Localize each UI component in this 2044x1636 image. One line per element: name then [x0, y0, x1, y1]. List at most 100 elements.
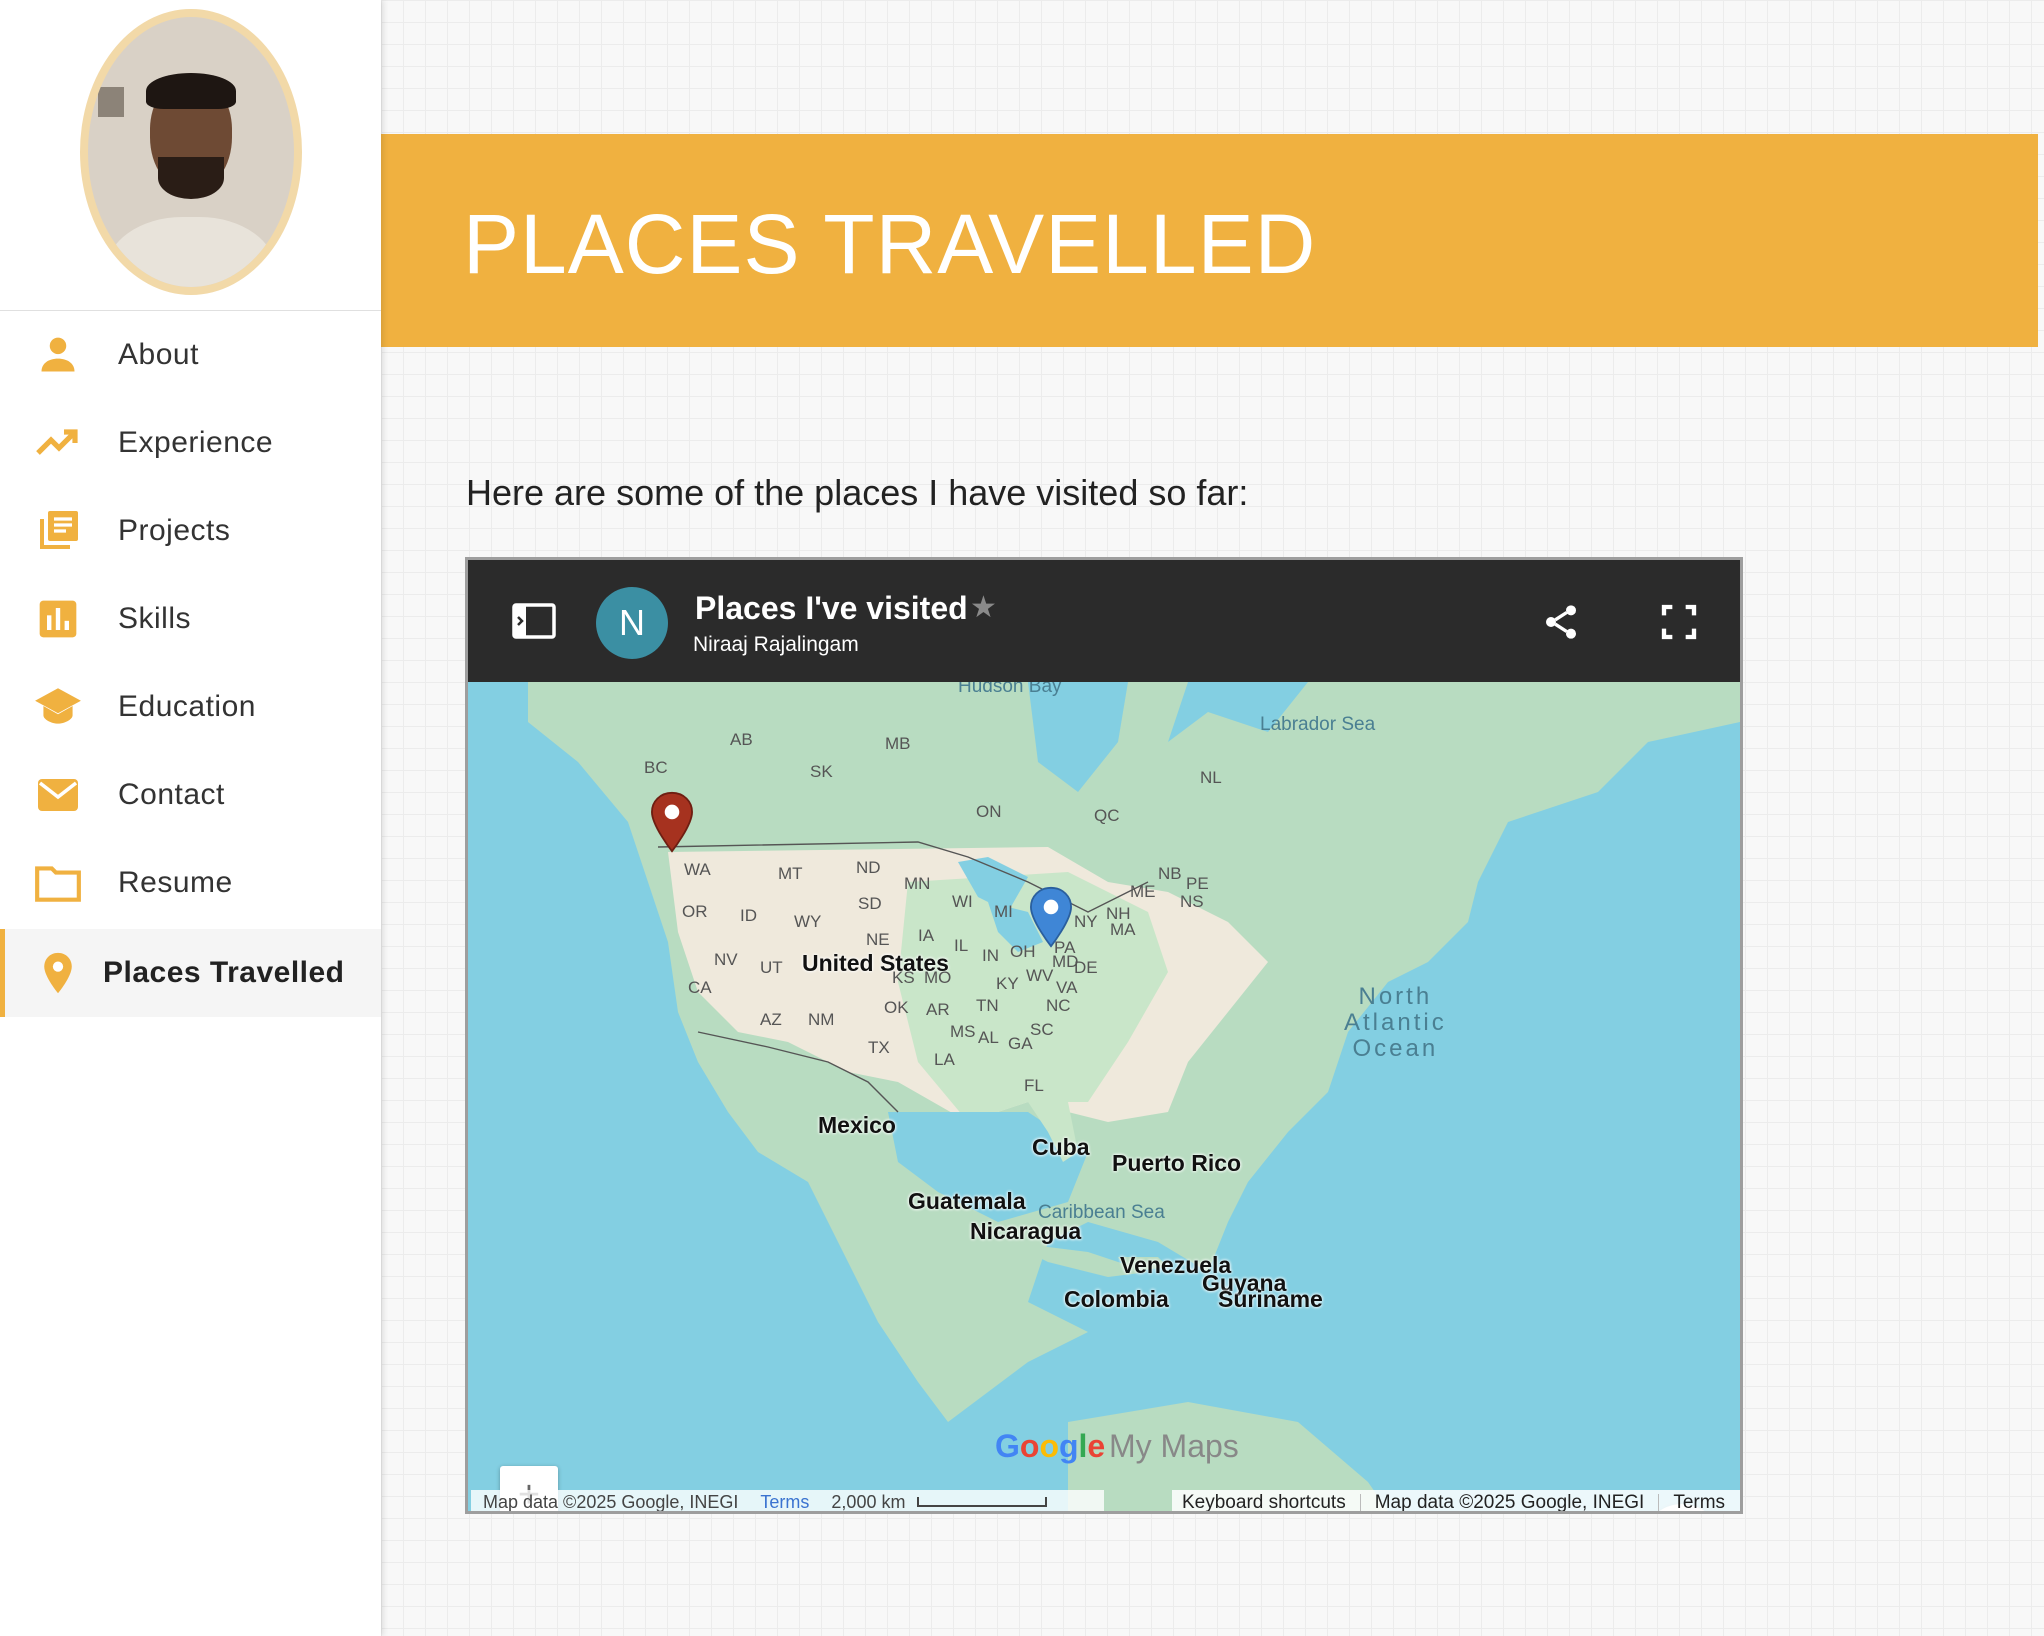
label-state: DE: [1074, 958, 1098, 977]
map-header: N Places I've visited ★ Niraaj Rajalinga…: [468, 560, 1740, 682]
label-state: MO: [924, 968, 952, 987]
sidebar-item-label: Projects: [118, 514, 231, 547]
mymaps-logo: My Maps: [1109, 1428, 1239, 1464]
label-state: ON: [976, 802, 1002, 821]
sidebar-item-education[interactable]: Education: [0, 663, 381, 751]
label-state: PE: [1186, 874, 1209, 893]
label-state: FL: [1024, 1076, 1044, 1095]
sidebar-item-resume[interactable]: Resume: [0, 839, 381, 927]
label-state: ID: [740, 906, 757, 925]
embedded-map[interactable]: N Places I've visited ★ Niraaj Rajalinga…: [465, 557, 1743, 1514]
label-state: LA: [934, 1050, 955, 1069]
map-title: Places I've visited: [695, 590, 968, 626]
label-state: UT: [760, 958, 783, 977]
label-state: MI: [994, 902, 1013, 921]
label-state: IL: [954, 936, 969, 955]
label-state: VA: [1056, 978, 1078, 997]
label-state: NC: [1046, 996, 1071, 1015]
sidebar-item-contact[interactable]: Contact: [0, 751, 381, 839]
sidebar-item-places-travelled[interactable]: Places Travelled: [0, 929, 381, 1017]
terms-link[interactable]: Terms: [1673, 1492, 1725, 1511]
red-pin-marker[interactable]: [650, 791, 694, 853]
star-icon[interactable]: ★: [970, 590, 997, 625]
label-north-atlantic: North Atlantic Ocean: [1344, 984, 1447, 1062]
label-state: NB: [1158, 864, 1182, 883]
person-icon: [33, 330, 83, 380]
location-pin-icon: [33, 948, 83, 998]
label-state: CA: [688, 978, 712, 997]
profile-header: [0, 0, 381, 311]
sidebar-item-label: Places Travelled: [103, 956, 345, 989]
divider: [1658, 1494, 1660, 1511]
terms-link[interactable]: Terms: [760, 1492, 809, 1512]
label-state: NE: [866, 930, 890, 949]
graduation-cap-icon: [33, 682, 83, 732]
sidebar-item-skills[interactable]: Skills: [0, 575, 381, 663]
share-icon[interactable]: [1541, 602, 1581, 642]
label-colombia: Colombia: [1064, 1286, 1169, 1312]
mail-icon: [33, 770, 83, 820]
keyboard-shortcuts-link[interactable]: Keyboard shortcuts: [1182, 1492, 1346, 1511]
label-state: QC: [1094, 806, 1120, 825]
label-state: BC: [644, 758, 668, 777]
side-panel-icon[interactable]: [512, 602, 556, 640]
library-books-icon: [33, 506, 83, 556]
folder-icon: [33, 858, 83, 908]
label-state: MT: [778, 864, 803, 883]
label-state: NM: [808, 1010, 835, 1029]
label-nicaragua: Nicaragua: [970, 1218, 1082, 1244]
ocean-label-line: North: [1358, 983, 1433, 1010]
google-logo: Google: [995, 1428, 1106, 1464]
label-state: ND: [856, 858, 881, 877]
label-state: MN: [904, 874, 931, 893]
sidebar-item-experience[interactable]: Experience: [0, 399, 381, 487]
ocean-label-line: Ocean: [1352, 1035, 1439, 1062]
label-state: WI: [952, 892, 973, 911]
label-suriname: Suriname: [1218, 1286, 1323, 1312]
scale-label: 2,000 km: [831, 1491, 906, 1512]
label-puerto-rico: Puerto Rico: [1112, 1150, 1242, 1176]
label-mexico: Mexico: [818, 1112, 896, 1138]
label-state: KS: [892, 968, 915, 987]
bar-chart-icon: [33, 594, 83, 644]
intro-text: Here are some of the places I have visit…: [466, 472, 1249, 513]
fullscreen-icon[interactable]: [1658, 602, 1700, 642]
blue-pin-marker[interactable]: [1029, 886, 1073, 948]
label-state: NY: [1074, 912, 1098, 931]
label-state: TX: [868, 1038, 890, 1057]
sidebar-item-label: Contact: [118, 778, 225, 811]
sidebar-nav: About Experience Projects Skills Educati…: [0, 311, 381, 1017]
label-state: OK: [884, 998, 909, 1017]
label-state: AL: [978, 1028, 999, 1047]
map-attribution-left: Map data ©2025 Google, INEGI Terms 2,000…: [471, 1490, 1104, 1512]
label-state: MA: [1110, 920, 1136, 939]
sidebar-item-about[interactable]: About: [0, 311, 381, 399]
label-guatemala: Guatemala: [908, 1188, 1026, 1214]
sidebar-item-label: About: [118, 338, 199, 371]
label-state: OR: [682, 902, 708, 921]
label-state: SK: [810, 762, 833, 781]
divider: [1359, 1494, 1361, 1511]
label-state: NL: [1200, 768, 1222, 787]
label-state: GA: [1008, 1034, 1033, 1053]
sidebar: About Experience Projects Skills Educati…: [0, 0, 381, 1636]
label-state: KY: [996, 974, 1019, 993]
profile-avatar: [79, 9, 302, 295]
sidebar-item-label: Education: [118, 690, 256, 723]
label-state: AZ: [760, 1010, 782, 1029]
label-state: SC: [1030, 1020, 1054, 1039]
sidebar-item-label: Skills: [118, 602, 192, 635]
label-state: MB: [885, 734, 911, 753]
map-author: Niraaj Rajalingam: [693, 633, 859, 656]
sidebar-item-label: Resume: [118, 866, 233, 899]
label-state: TN: [976, 996, 999, 1015]
label-state: NS: [1180, 892, 1204, 911]
label-state: WV: [1026, 966, 1054, 985]
map-canvas[interactable]: Hudson Bay Labrador Sea North Atlantic O…: [468, 676, 1740, 1511]
label-state: NV: [714, 950, 738, 969]
sidebar-item-projects[interactable]: Projects: [0, 487, 381, 575]
label-state: WA: [684, 860, 711, 879]
label-cuba: Cuba: [1032, 1134, 1090, 1160]
label-state: MS: [950, 1022, 976, 1041]
scale-bar: [917, 1497, 1048, 1507]
